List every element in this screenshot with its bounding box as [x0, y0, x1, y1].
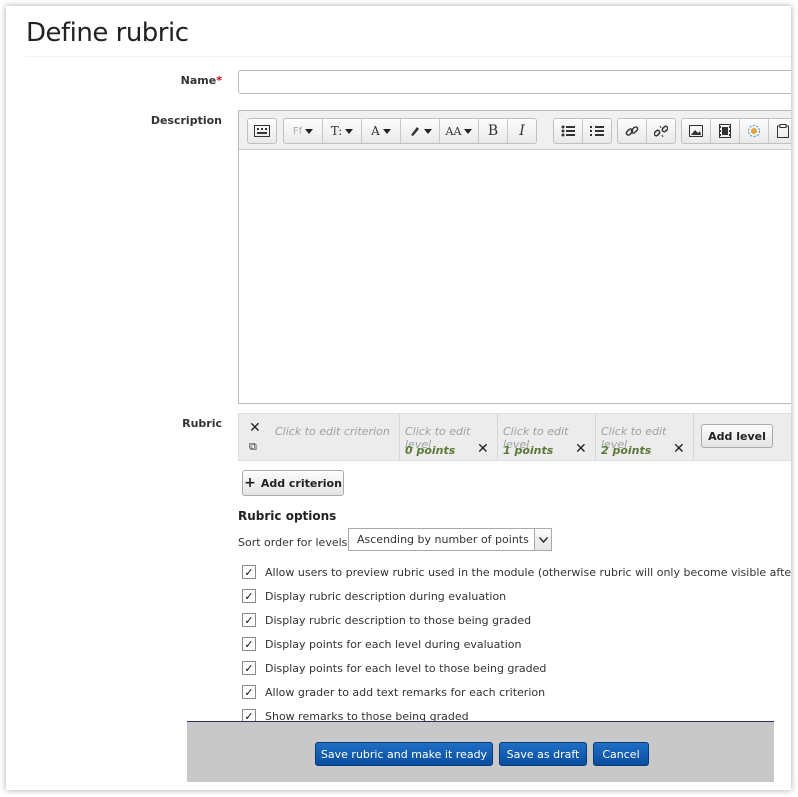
level-cell: Click to edit level 1 points ✕: [497, 414, 596, 460]
toolbar-group-3: [553, 118, 612, 144]
option-description-evaluation[interactable]: ✓ Display rubric description during evalu…: [242, 588, 506, 604]
title-divider: [26, 56, 791, 57]
sort-order-value: Ascending by number of points: [357, 533, 529, 546]
checkbox[interactable]: ✓: [242, 637, 256, 651]
option-points-graded[interactable]: ✓ Display points for each level to those …: [242, 660, 546, 676]
required-mark: *: [216, 74, 222, 87]
delete-level-icon[interactable]: ✕: [575, 441, 587, 457]
description-editor[interactable]: Ff T: A AA B I: [238, 110, 791, 404]
checkbox-label: Allow grader to add text remarks for eac…: [265, 685, 546, 699]
bold-label: B: [487, 123, 499, 139]
italic-label: I: [519, 123, 525, 139]
chevron-down-icon[interactable]: [534, 529, 551, 550]
duplicate-criterion-icon[interactable]: ⧉: [249, 440, 257, 454]
name-label: Name*: [102, 74, 222, 87]
add-level-button[interactable]: Add level: [701, 424, 773, 448]
add-criterion-button[interactable]: + Add criterion: [242, 470, 344, 496]
text-case-icon[interactable]: AA: [440, 119, 479, 143]
checkbox[interactable]: ✓: [242, 589, 256, 603]
paste-icon[interactable]: [769, 119, 791, 143]
description-label: Description: [150, 114, 222, 127]
delete-criterion-icon[interactable]: ✕: [249, 420, 261, 436]
add-criterion-label: Add criterion: [260, 476, 342, 490]
sort-order-label: Sort order for levels:: [238, 536, 352, 549]
font-color-icon[interactable]: A: [362, 119, 401, 143]
chevron-down-icon: [423, 128, 432, 134]
font-family-icon[interactable]: Ff: [284, 119, 323, 143]
level-points[interactable]: 0 points: [405, 444, 455, 457]
level-cell: Click to edit level 0 points ✕: [399, 414, 498, 460]
option-grader-remarks[interactable]: ✓ Allow grader to add text remarks for ea…: [242, 684, 545, 700]
level-points[interactable]: 2 points: [601, 444, 651, 457]
toolbar-group-4: [617, 118, 676, 144]
level-cell: Click to edit level 2 points ✕: [595, 414, 694, 460]
unordered-list-icon[interactable]: [554, 119, 583, 143]
checkbox[interactable]: ✓: [242, 661, 256, 675]
unlink-icon[interactable]: [647, 119, 675, 143]
criterion-description[interactable]: Click to edit criterion: [275, 425, 390, 438]
ordered-list-icon[interactable]: [583, 119, 611, 143]
option-points-evaluation[interactable]: ✓ Display points for each level during ev…: [242, 636, 521, 652]
checkbox-label: Display points for each level to those b…: [265, 661, 547, 675]
checkbox[interactable]: ✓: [242, 613, 256, 627]
italic-icon[interactable]: I: [508, 119, 536, 143]
page-title: Define rubric: [26, 18, 189, 48]
cancel-button[interactable]: Cancel: [593, 742, 649, 766]
chevron-down-icon: [305, 128, 314, 134]
chevron-down-icon: [382, 128, 391, 134]
name-label-text: Name: [180, 74, 217, 87]
checkbox[interactable]: ✓: [242, 685, 256, 699]
highlighter-glyph: [410, 127, 419, 136]
toolbar-group-1: [247, 118, 277, 144]
toolbar-group-2: Ff T: A AA B I: [283, 118, 537, 144]
font-family-label: Ff: [292, 125, 303, 137]
checkbox-label: Allow users to preview rubric used in th…: [265, 565, 791, 579]
rubric-label: Rubric: [182, 417, 222, 430]
keyboard-icon[interactable]: [248, 119, 276, 143]
highlight-icon[interactable]: [401, 119, 440, 143]
checkbox-label: Display points for each level during eva…: [265, 637, 522, 651]
chevron-down-icon: [464, 128, 473, 134]
plus-icon: +: [244, 475, 256, 491]
checkbox-label: Display rubric description to those bein…: [265, 613, 532, 627]
checkbox[interactable]: ✓: [242, 565, 256, 579]
sort-order-select[interactable]: Ascending by number of points: [348, 528, 552, 551]
media-icon[interactable]: [711, 119, 740, 143]
checkbox-label: Display rubric description during evalua…: [265, 589, 507, 603]
editor-toolbar: Ff T: A AA B I: [239, 111, 791, 150]
link-icon[interactable]: [618, 119, 647, 143]
option-description-graded[interactable]: ✓ Display rubric description to those bei…: [242, 612, 531, 628]
toolbar-group-5: [681, 118, 791, 144]
option-preview-rubric[interactable]: ✓ Allow users to preview rubric used in t…: [242, 564, 791, 580]
rubric-editor: ✕ ⧉ Click to edit criterion Click to edi…: [238, 413, 791, 461]
rubric-options-title: Rubric options: [238, 509, 337, 523]
font-size-label: T:: [330, 124, 343, 138]
chevron-down-icon: [345, 128, 354, 134]
page-frame: Define rubric Name* Description Ff T: A …: [6, 6, 791, 790]
image-icon[interactable]: [682, 119, 711, 143]
delete-level-icon[interactable]: ✕: [673, 441, 685, 457]
delete-level-icon[interactable]: ✕: [477, 441, 489, 457]
special-char-icon[interactable]: [740, 119, 769, 143]
level-points[interactable]: 1 points: [503, 444, 553, 457]
bold-icon[interactable]: B: [479, 119, 508, 143]
font-size-icon[interactable]: T:: [323, 119, 362, 143]
form-footer: Save rubric and make it ready Save as dr…: [187, 721, 774, 782]
save-draft-button[interactable]: Save as draft: [499, 742, 587, 766]
name-input[interactable]: [238, 70, 791, 94]
save-ready-button[interactable]: Save rubric and make it ready: [315, 742, 493, 766]
criterion-cell: ✕ ⧉ Click to edit criterion: [239, 414, 400, 460]
